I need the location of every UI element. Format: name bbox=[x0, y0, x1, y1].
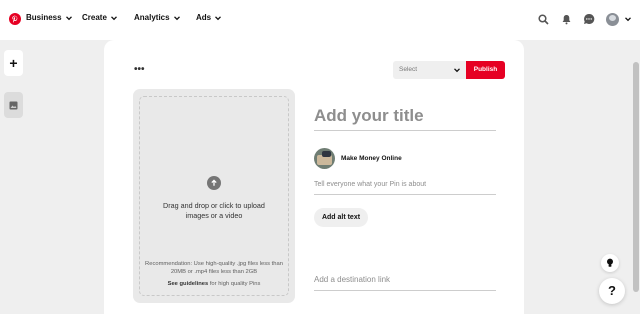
upload-arrow-icon bbox=[207, 176, 221, 190]
nav-create-label: Create bbox=[82, 13, 107, 22]
avatar bbox=[605, 12, 619, 26]
guidelines-text: for high quality Pins bbox=[209, 281, 261, 287]
add-alt-text-button[interactable]: Add alt text bbox=[314, 208, 368, 227]
nav-analytics-label: Analytics bbox=[134, 13, 170, 22]
chevron-down-icon bbox=[110, 15, 117, 20]
image-icon bbox=[9, 101, 18, 109]
upload-recommendation: Recommendation: Use high-quality .jpg fi… bbox=[145, 261, 283, 275]
help-button[interactable]: ? bbox=[599, 278, 625, 304]
nav-business-label: Business bbox=[26, 13, 62, 22]
board-select[interactable]: Select bbox=[393, 61, 466, 79]
nav-business[interactable]: Business bbox=[26, 13, 73, 22]
nav-ads-label: Ads bbox=[196, 13, 212, 22]
bell-icon[interactable] bbox=[559, 12, 573, 26]
nav-ads[interactable]: Ads bbox=[196, 13, 222, 22]
user-name: Make Money Online bbox=[341, 154, 402, 162]
destination-link-input[interactable]: Add a destination link bbox=[314, 275, 496, 291]
chevron-down-icon bbox=[65, 15, 72, 20]
chevron-down-icon bbox=[625, 17, 631, 22]
nav-analytics[interactable]: Analytics bbox=[134, 13, 181, 22]
nav-create[interactable]: Create bbox=[82, 13, 118, 22]
tips-button[interactable] bbox=[601, 254, 619, 272]
publish-button[interactable]: Publish bbox=[466, 61, 505, 79]
profile-avatar[interactable] bbox=[605, 12, 619, 26]
pinterest-logo-icon[interactable] bbox=[9, 13, 21, 25]
board-select-value: Select bbox=[399, 66, 418, 73]
user-row: Make Money Online bbox=[314, 147, 402, 169]
draft-thumbnail[interactable] bbox=[4, 92, 23, 118]
top-nav: Business Create Analytics Ads bbox=[0, 0, 640, 40]
description-input[interactable]: Tell everyone what your Pin is about bbox=[314, 181, 496, 195]
guidelines-line: See guidelines for high quality Pins bbox=[143, 281, 285, 287]
add-pin-button[interactable]: + bbox=[4, 50, 23, 76]
upload-dropzone[interactable]: Drag and drop or click to upload images … bbox=[133, 89, 295, 303]
guidelines-link[interactable]: See guidelines bbox=[168, 281, 209, 287]
account-chevron[interactable] bbox=[621, 12, 635, 26]
search-icon[interactable] bbox=[536, 12, 550, 26]
more-options-button[interactable]: ••• bbox=[134, 64, 145, 75]
pin-builder-card: ••• Select Publish Drag and drop or clic… bbox=[104, 40, 524, 314]
chevron-down-icon bbox=[454, 68, 460, 73]
scrollbar[interactable] bbox=[632, 40, 640, 314]
left-rail: + bbox=[0, 40, 27, 314]
chevron-down-icon bbox=[173, 15, 180, 20]
upload-instruction: Drag and drop or click to upload images … bbox=[163, 201, 265, 220]
scrollbar-thumb[interactable] bbox=[633, 62, 639, 292]
chat-icon[interactable] bbox=[582, 12, 596, 26]
chevron-down-icon bbox=[215, 15, 222, 20]
avatar bbox=[314, 147, 335, 169]
title-input[interactable]: Add your title bbox=[314, 105, 496, 131]
lightbulb-icon bbox=[607, 258, 613, 267]
